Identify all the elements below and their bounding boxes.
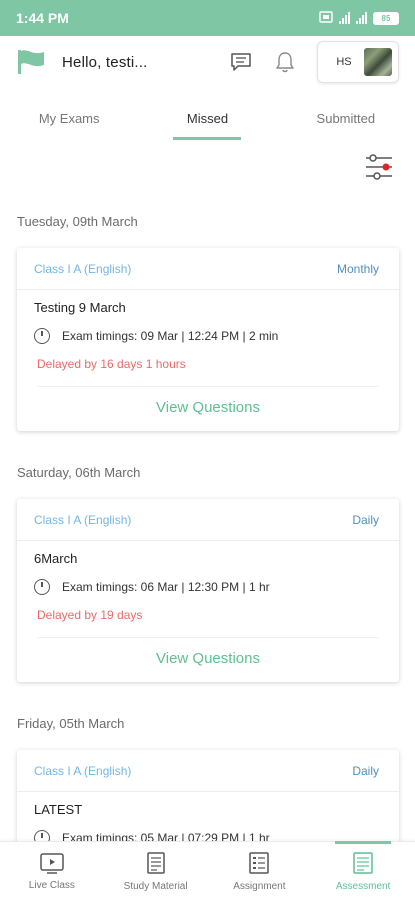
status-icons: 85 <box>319 10 399 26</box>
tab-submitted[interactable]: Submitted <box>277 96 415 140</box>
exam-timings-text: Exam timings: 09 Mar | 12:24 PM | 2 min <box>62 329 279 343</box>
nav-label: Study Material <box>123 880 188 892</box>
class-label: Class I A (English) <box>34 512 132 527</box>
nav-label: Live Class <box>28 879 75 891</box>
exam-card[interactable]: Class I A (English) Daily LATEST Exam ti… <box>17 750 399 841</box>
clock-icon <box>34 579 50 595</box>
date-header: Tuesday, 09th March <box>17 214 138 229</box>
view-questions-button[interactable]: View Questions <box>37 386 379 428</box>
profile-button[interactable]: HS <box>317 41 399 83</box>
clock-icon <box>34 328 50 344</box>
exam-feed: Tuesday, 09th March Class I A (English) … <box>0 195 415 841</box>
exam-card[interactable]: Class I A (English) Daily 6March Exam ti… <box>17 499 399 682</box>
delay-text: Delayed by 16 days 1 hours <box>37 357 186 371</box>
video-icon <box>40 852 64 874</box>
tab-missed[interactable]: Missed <box>138 96 276 140</box>
exam-timings-text: Exam timings: 06 Mar | 12:30 PM | 1 hr <box>62 580 270 594</box>
delay-text: Delayed by 19 days <box>37 608 143 622</box>
exam-timings: Exam timings: 06 Mar | 12:30 PM | 1 hr <box>17 573 399 601</box>
sim-icon <box>319 10 333 26</box>
profile-initials: HS <box>336 56 352 68</box>
view-questions-button[interactable]: View Questions <box>37 637 379 679</box>
exam-timings-text: Exam timings: 05 Mar | 07:29 PM | 1 hr <box>62 831 270 841</box>
exam-timings: Exam timings: 05 Mar | 07:29 PM | 1 hr <box>17 824 399 841</box>
status-time: 1:44 PM <box>16 10 69 26</box>
assessment-icon <box>353 851 373 874</box>
frequency-label: Daily <box>352 512 379 527</box>
nav-label: Assignment <box>233 880 286 892</box>
date-header: Saturday, 06th March <box>17 465 141 480</box>
battery-icon: 85 <box>373 11 399 25</box>
frequency-label: Daily <box>352 763 379 778</box>
exam-title: LATEST <box>34 802 83 817</box>
status-bar: 1:44 PM 85 <box>0 0 415 36</box>
nav-assignment[interactable]: Assignment <box>208 842 312 900</box>
card-header: Class I A (English) Monthly <box>17 248 399 290</box>
app-header: Hello, testi... HS <box>0 36 415 88</box>
list-icon <box>249 851 270 874</box>
exam-timings: Exam timings: 09 Mar | 12:24 PM | 2 min <box>17 322 399 350</box>
document-icon <box>146 851 165 874</box>
card-header: Class I A (English) Daily <box>17 499 399 541</box>
card-header: Class I A (English) Daily <box>17 750 399 792</box>
nav-live-class[interactable]: Live Class <box>0 842 104 900</box>
signal-icon <box>339 12 350 24</box>
chat-icon[interactable] <box>229 50 253 74</box>
exam-title: 6March <box>34 551 78 566</box>
date-header: Friday, 05th March <box>17 716 125 731</box>
nav-label: Assessment <box>335 880 391 892</box>
class-label: Class I A (English) <box>34 763 132 778</box>
bottom-navigation: Live Class Study Material Assignment Ass… <box>0 841 415 900</box>
signal-icon-2 <box>356 12 367 24</box>
greeting-text: Hello, testi... <box>62 53 148 71</box>
filter-icon[interactable] <box>364 152 394 182</box>
exam-title: Testing 9 March <box>34 300 126 315</box>
tab-my-exams[interactable]: My Exams <box>0 96 138 140</box>
nav-study-material[interactable]: Study Material <box>104 842 208 900</box>
bell-icon[interactable] <box>273 50 297 74</box>
class-label: Class I A (English) <box>34 261 132 276</box>
avatar <box>364 48 392 76</box>
exam-tabs: My Exams Missed Submitted <box>0 96 415 140</box>
flag-logo-icon <box>16 48 46 76</box>
exam-card[interactable]: Class I A (English) Monthly Testing 9 Ma… <box>17 248 399 431</box>
nav-assessment[interactable]: Assessment <box>311 842 415 900</box>
frequency-label: Monthly <box>336 261 379 276</box>
clock-icon <box>34 830 50 841</box>
